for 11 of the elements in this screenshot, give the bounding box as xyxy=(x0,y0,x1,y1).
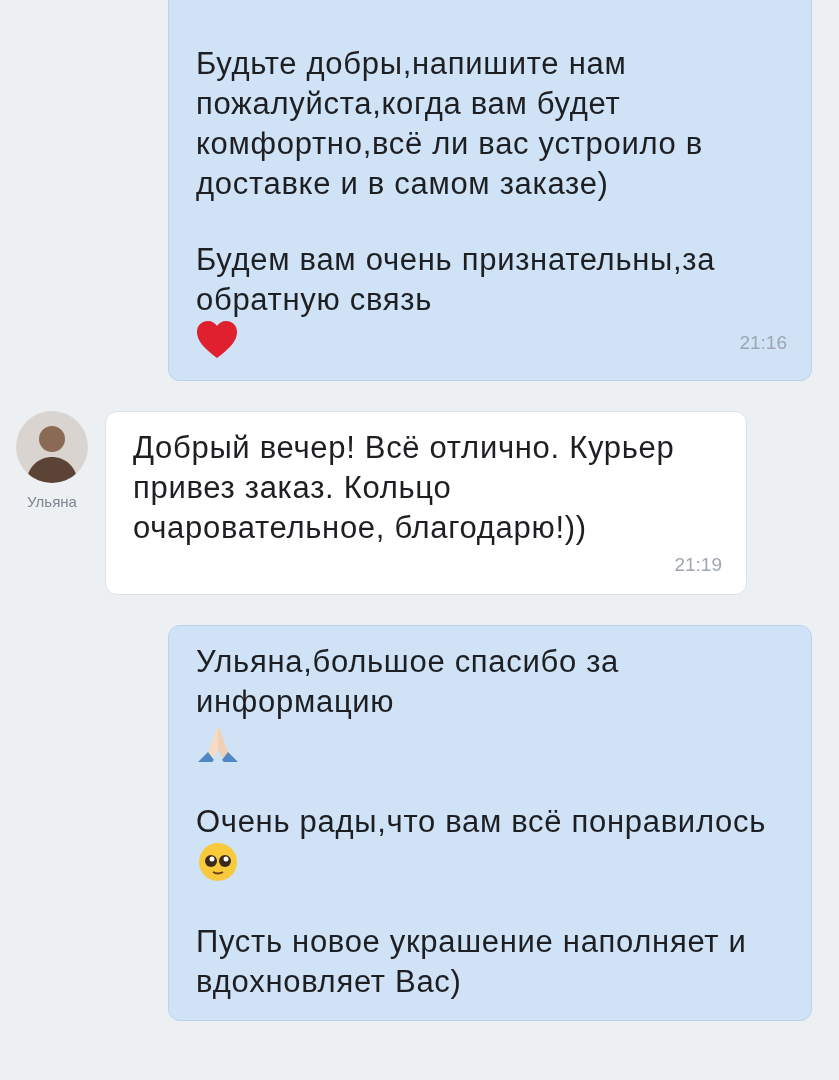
pleading-face-icon xyxy=(198,842,238,882)
message-text: Очень рады,что вам всё понравилось xyxy=(196,803,766,841)
message-time: 21:16 xyxy=(739,332,787,354)
message-text: Добрый вечер! Всё отлично. Курьер привез заказ. Кольцо очаровательное, благодарю!)) xyxy=(133,429,676,547)
author-name: Ульяна xyxy=(27,493,77,510)
heart-icon xyxy=(196,320,238,360)
message-time: 21:19 xyxy=(674,554,722,576)
message-text: Пусть новое украшение наполняет и вдохновляет Вас) xyxy=(196,923,748,1001)
message-text: Будьте добры,напишите нам пожалуйста,когда вам будет комфортно,всё ли вас устроило в доставке и в самом заказе) xyxy=(196,45,704,203)
message-text: Ульяна,большое спасибо за информацию xyxy=(196,643,621,721)
message-text: Будем вам очень признательны,за обратную связь xyxy=(196,241,717,319)
